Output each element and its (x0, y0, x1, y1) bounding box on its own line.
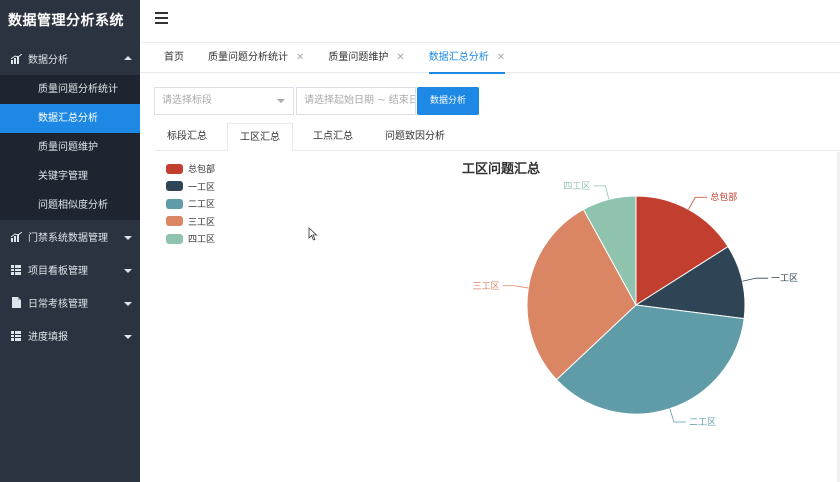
close-icon[interactable]: ✕ (296, 43, 304, 73)
slice-label: 总包部 (710, 191, 737, 203)
hamburger-menu-icon[interactable] (155, 12, 168, 24)
sidebar-item-data-summary[interactable]: 数据汇总分析 (0, 104, 140, 133)
subtab-work-point-summary[interactable]: 工点汇总 (301, 123, 365, 150)
slice-label: 三工区 (472, 281, 499, 292)
tab-label: 质量问题维护 (328, 51, 389, 63)
chart-legend: 总包部一工区二工区三工区四工区 (166, 160, 215, 248)
chevron-down-icon (124, 334, 132, 339)
page-tabs: 首页 质量问题分析统计 ✕ 质量问题维护 ✕ 数据汇总分析 ✕ (140, 43, 840, 74)
app-title: 数据管理分析系统 (8, 13, 124, 29)
legend-item[interactable]: 二工区 (166, 195, 215, 213)
slice-label: 四工区 (563, 181, 590, 192)
subtab-section-summary[interactable]: 标段汇总 (155, 123, 219, 150)
close-icon[interactable]: ✕ (497, 43, 505, 73)
bar-chart-icon (10, 53, 22, 65)
menu-label: 进度填报 (28, 332, 68, 343)
chevron-down-icon (124, 301, 132, 306)
label-leader-line (742, 277, 769, 282)
label-leader-line (669, 408, 687, 423)
tab-label: 质量问题分析统计 (208, 51, 288, 63)
tab-label: 数据汇总分析 (428, 51, 489, 63)
legend-swatch (166, 233, 183, 244)
menu-project-board[interactable]: 项目看板管理 (0, 253, 140, 286)
tab-home[interactable]: 首页 (164, 43, 184, 73)
menu-label: 数据分析 (28, 55, 68, 66)
menu-group-data-analysis: 数据分析 质量问题分析统计 数据汇总分析 质量问题维护 关键字管理 问题相似度分… (0, 42, 140, 220)
label-leader-line (593, 185, 610, 200)
top-header (140, 0, 840, 43)
summary-subtabs: 标段汇总 工区汇总 工点汇总 问题致因分析 (155, 122, 840, 151)
subtab-work-area-summary[interactable]: 工区汇总 (227, 123, 293, 151)
legend-swatch (166, 181, 183, 192)
legend-label: 二工区 (188, 200, 216, 211)
legend-item[interactable]: 三工区 (166, 213, 215, 231)
menu-label: 日常考核管理 (28, 299, 88, 310)
analyze-button[interactable]: 数据分析 (417, 87, 479, 115)
date-range-input[interactable]: 请选择起始日期 ~ 结束日期 (296, 87, 416, 115)
tab-quality-maintenance[interactable]: 质量问题维护 ✕ (328, 43, 404, 73)
subtab-cause-analysis[interactable]: 问题致因分析 (373, 123, 457, 150)
chevron-down-icon (124, 268, 132, 273)
chevron-up-icon (124, 55, 132, 60)
table-icon (10, 330, 22, 342)
label-leader-line (502, 285, 529, 289)
slice-label: 一工区 (771, 273, 798, 284)
legend-item[interactable]: 一工区 (166, 178, 215, 196)
tab-label: 首页 (164, 51, 184, 63)
label-leader-line (688, 196, 708, 210)
menu-data-analysis[interactable]: 数据分析 (0, 42, 140, 75)
menu-label: 项目看板管理 (28, 266, 88, 277)
legend-label: 总包部 (188, 165, 216, 176)
menu-progress-report[interactable]: 进度填报 (0, 319, 140, 352)
slice-label: 二工区 (689, 417, 716, 428)
close-icon[interactable]: ✕ (396, 43, 404, 73)
chevron-down-icon (124, 235, 132, 240)
sidebar-item-similarity-analysis[interactable]: 问题相似度分析 (0, 191, 140, 220)
document-icon (10, 297, 22, 309)
menu-daily-assessment[interactable]: 日常考核管理 (0, 286, 140, 319)
sidebar-item-quality-stats[interactable]: 质量问题分析统计 (0, 75, 140, 104)
table-icon (10, 264, 22, 276)
legend-label: 四工区 (188, 235, 216, 246)
tab-data-summary[interactable]: 数据汇总分析 ✕ (428, 43, 506, 74)
menu-label: 门禁系统数据管理 (28, 233, 108, 244)
legend-swatch (166, 216, 183, 227)
chevron-down-icon (277, 99, 285, 103)
date-range-placeholder: 请选择起始日期 ~ 结束日期 (304, 95, 415, 106)
legend-label: 一工区 (188, 182, 216, 193)
legend-swatch (166, 198, 183, 209)
legend-label: 三工区 (188, 217, 216, 228)
legend-swatch (166, 163, 183, 174)
menu-access-control[interactable]: 门禁系统数据管理 (0, 220, 140, 253)
legend-item[interactable]: 四工区 (166, 230, 215, 248)
legend-item[interactable]: 总包部 (166, 160, 215, 178)
bar-chart-icon (10, 231, 22, 243)
tab-quality-stats[interactable]: 质量问题分析统计 ✕ (208, 43, 304, 73)
mouse-cursor-icon (308, 227, 318, 244)
section-select-placeholder: 请选择标段 (162, 95, 212, 106)
submenu-data-analysis: 质量问题分析统计 数据汇总分析 质量问题维护 关键字管理 问题相似度分析 (0, 75, 140, 220)
pie-chart: 总包部一工区二工区 三工区 四工区 (472, 181, 798, 428)
section-select[interactable]: 请选择标段 (154, 87, 294, 115)
sidebar: 数据管理分析系统 数据分析 质量问题分析统计 数据汇总分析 质量问题维护 关键字… (0, 0, 140, 482)
sidebar-item-keyword-management[interactable]: 关键字管理 (0, 162, 140, 191)
sidebar-item-quality-maintenance[interactable]: 质量问题维护 (0, 133, 140, 162)
